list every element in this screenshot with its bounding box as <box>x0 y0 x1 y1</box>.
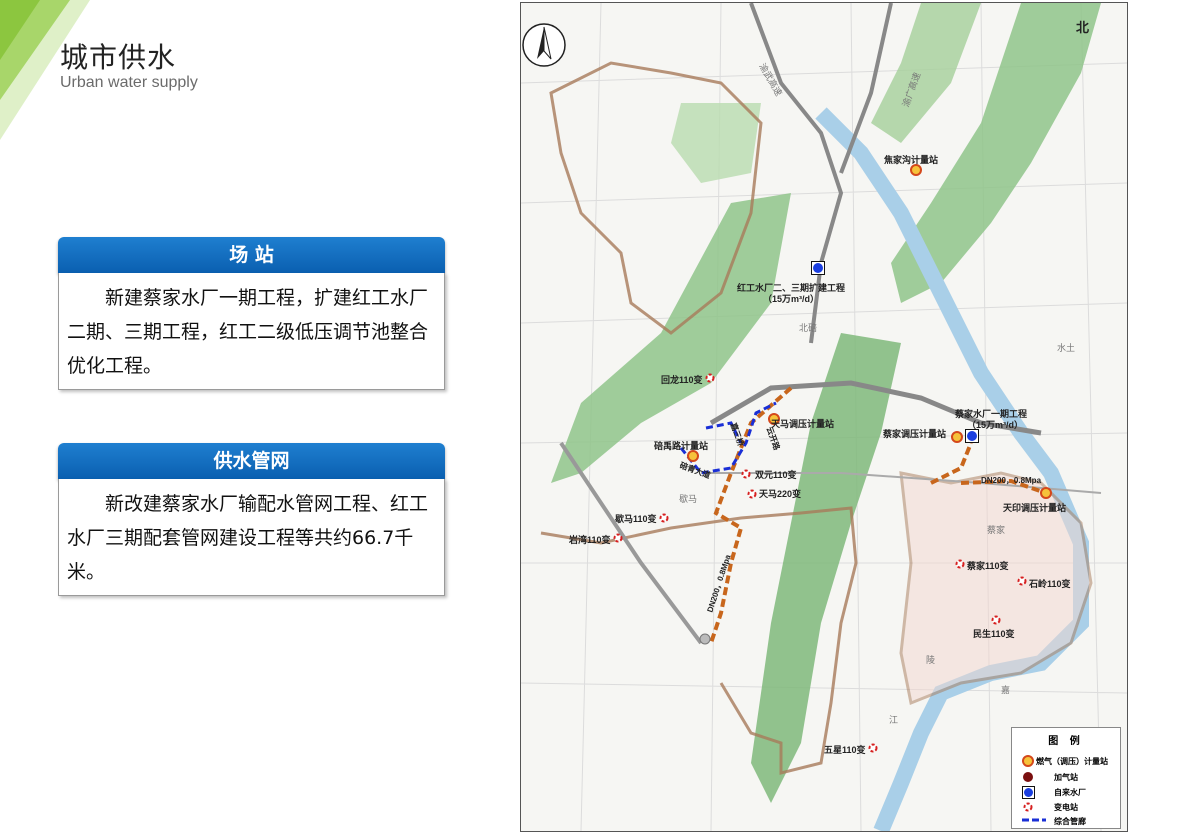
metering-station-label: 蔡家调压计量站 <box>883 429 947 439</box>
legend-title: 图 例 <box>1048 736 1084 747</box>
metering-station-label: 碚禹路计量站 <box>654 441 709 451</box>
map-legend: 图 例 燃气（调压）计量站 加气站 自来水厂 变电站 综合管廊 <box>1011 727 1121 829</box>
legend-label: 燃气（调压）计量站 <box>1036 757 1108 766</box>
panel-heading-pipe-network: 供水管网 <box>58 443 445 479</box>
legend-label: 综合管廊 <box>1054 817 1086 826</box>
page-title: 城市供水 <box>60 41 177 74</box>
panel-pipe-network: 供水管网 新改建蔡家水厂输配水管网工程、红工水厂三期配套管网建设工程等共约66.… <box>58 443 445 596</box>
substation-label: 歇马110变 <box>615 514 657 524</box>
substation-label: 天马220变 <box>759 489 802 499</box>
place-name: 蔡家 <box>987 525 1006 535</box>
substation-icon <box>955 559 965 569</box>
substation-label: 岩湾110变 <box>569 535 611 545</box>
metering-station-label: 天印调压计量站 <box>1003 503 1067 513</box>
legend-label: 变电站 <box>1054 803 1078 812</box>
substation-label: 石岭110变 <box>1029 579 1071 589</box>
water-plant-icon <box>811 261 825 275</box>
legend-item: 加气站 <box>1018 770 1118 784</box>
substation-icon <box>659 513 669 523</box>
water-plant-capacity: （15万m³/d） <box>763 294 820 304</box>
substation-icon <box>747 489 757 499</box>
utility-tunnel-icon <box>1022 818 1046 822</box>
water-plant-capacity: （15万m³/d） <box>967 420 1024 430</box>
pipe-end-icon <box>699 633 711 645</box>
panel-heading-stations: 场 站 <box>58 237 445 273</box>
metering-station-icon <box>1022 755 1034 767</box>
metering-station-label: 焦家沟计量站 <box>884 155 939 165</box>
substation-label: 蔡家110变 <box>967 561 1009 571</box>
legend-item: 综合管廊 <box>1018 814 1118 828</box>
substation-icon <box>705 373 715 383</box>
metering-station-icon <box>1040 487 1052 499</box>
place-name: 嘉 <box>1001 685 1011 695</box>
substation-icon <box>868 743 878 753</box>
legend-item: 燃气（调压）计量站 <box>1018 754 1118 768</box>
legend-label: 自来水厂 <box>1054 788 1086 797</box>
water-plant-icon <box>1022 786 1035 799</box>
substation-label: 民生110变 <box>973 629 1015 639</box>
substation-label: 五星110变 <box>824 745 866 755</box>
substation-icon <box>1023 802 1033 812</box>
substation-icon <box>991 615 1001 625</box>
substation-label: 回龙110变 <box>661 375 703 385</box>
place-name: 陵 <box>926 655 936 665</box>
panel-stations: 场 站 新建蔡家水厂一期工程，扩建红工水厂二期、三期工程，红工二级低压调节池整合… <box>58 237 445 390</box>
substation-icon <box>1017 576 1027 586</box>
place-name: 江 <box>889 715 899 725</box>
place-name: 水土 <box>1057 343 1076 353</box>
place-name: 北碚 <box>799 323 818 333</box>
city-map: 北 渝武高速 渝广高速 红工水厂二、三期扩建工程 （15万m³/d） 蔡家水厂一… <box>520 2 1128 832</box>
place-name: 歇马 <box>679 494 698 504</box>
substation-icon <box>613 533 623 543</box>
panel-body-stations: 新建蔡家水厂一期工程，扩建红工水厂二期、三期工程，红工二级低压调节池整合优化工程… <box>58 273 445 390</box>
panel-body-pipe-network: 新改建蔡家水厂输配水管网工程、红工水厂三期配套管网建设工程等共约66.7千米。 <box>58 479 445 596</box>
north-arrow-icon <box>522 23 566 67</box>
compass-label: 北 <box>1076 20 1090 35</box>
substation-label: 双元110变 <box>755 470 797 480</box>
gas-station-icon <box>1023 772 1033 782</box>
legend-item: 自来水厂 <box>1018 785 1118 799</box>
legend-item: 变电站 <box>1018 800 1118 814</box>
legend-label: 加气站 <box>1054 773 1078 782</box>
page-subtitle: Urban water supply <box>60 74 198 91</box>
metering-station-label: 天马调压计量站 <box>771 419 835 429</box>
water-plant-icon <box>965 429 979 443</box>
pipe-label: DN200，0.8Mpa <box>981 476 1042 485</box>
substation-icon <box>741 469 751 479</box>
metering-station-icon <box>951 431 963 443</box>
